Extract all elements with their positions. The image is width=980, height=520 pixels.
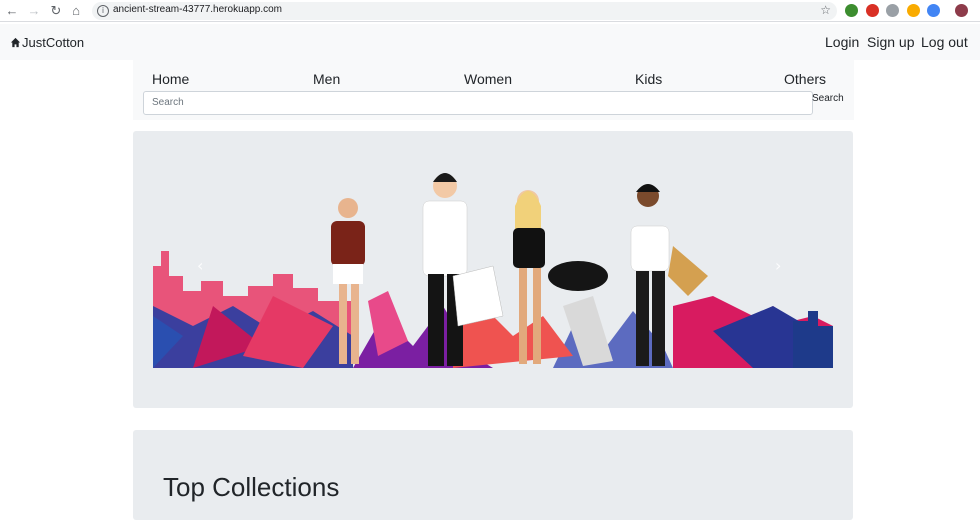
url-text[interactable]: ancient-stream-43777.herokuapp.com [113,4,282,15]
login-link[interactable]: Login [825,34,859,50]
carousel-prev-button[interactable]: ‹ [197,256,203,275]
extension-icon[interactable] [845,4,858,17]
avatar[interactable] [955,4,968,17]
extension-icon[interactable] [886,4,899,17]
carousel [153,156,833,368]
section-title: Top Collections [163,472,340,502]
site-navbar: JustCotton Login Sign up Log out [0,24,980,60]
extension-icon[interactable] [866,4,879,17]
star-icon[interactable]: ☆ [820,3,831,17]
reload-icon[interactable]: ↻ [48,3,64,19]
search-button[interactable]: Search [812,93,844,104]
extension-icon[interactable] [907,4,920,17]
address-bar[interactable]: i ancient-stream-43777.herokuapp.com ☆ [92,2,837,20]
category-nav: Home Men Women Kids Others Search Search [133,60,854,120]
nav-kids[interactable]: Kids [635,71,662,87]
nav-home[interactable]: Home [152,71,189,87]
jumbotron: ‹ › [133,131,853,408]
nav-women[interactable]: Women [464,71,512,87]
collections-section: Top Collections [133,430,853,520]
home-icon [10,37,21,48]
carousel-next-button[interactable]: › [775,256,781,275]
signup-link[interactable]: Sign up [867,34,914,50]
hero-image [153,156,833,368]
arrow-left-icon[interactable]: ← [4,3,20,19]
search-input[interactable]: Search [143,91,813,115]
brand-name: JustCotton [22,35,85,50]
extension-icon[interactable] [927,4,940,17]
logout-link[interactable]: Log out [921,34,968,50]
arrow-right-icon[interactable]: → [26,3,42,19]
home-icon[interactable]: ⌂ [68,3,84,19]
brand-link[interactable]: JustCotton [10,35,84,50]
nav-others[interactable]: Others [784,71,826,87]
nav-men[interactable]: Men [313,71,340,87]
info-icon[interactable]: i [97,5,109,17]
browser-toolbar: ← → ↻ ⌂ i ancient-stream-43777.herokuapp… [0,0,980,22]
